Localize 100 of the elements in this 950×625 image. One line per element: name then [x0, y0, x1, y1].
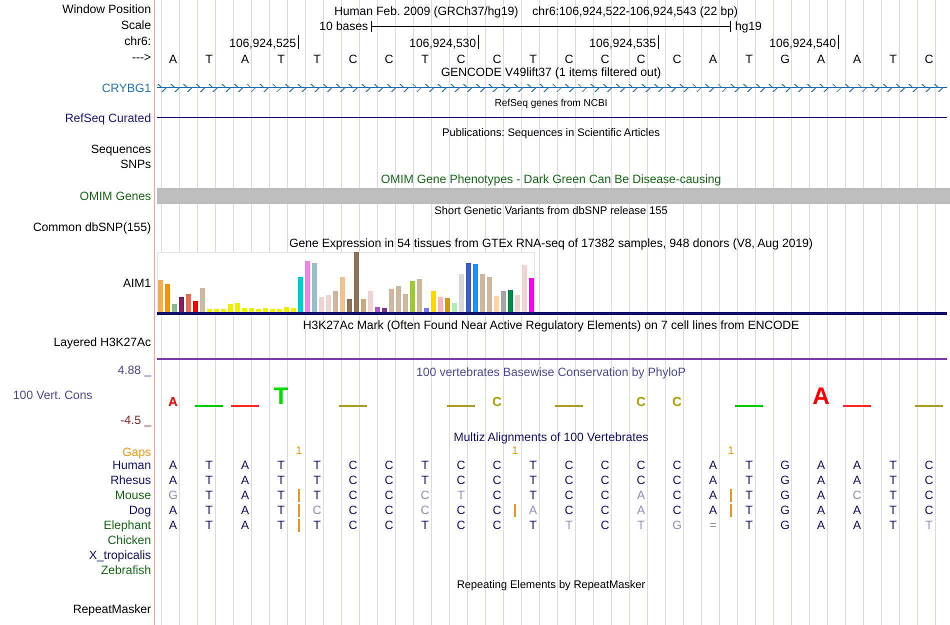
aligned-base: T: [924, 518, 934, 533]
aligned-base: T: [276, 488, 286, 503]
aligned-base: C: [384, 503, 394, 518]
aligned-base: T: [528, 518, 538, 533]
track-label[interactable]: Layered H3K27Ac: [54, 335, 151, 350]
dna-base: A: [852, 51, 862, 68]
aligned-base: A: [708, 473, 718, 488]
aligned-base: C: [672, 488, 682, 503]
aligned-base: G: [779, 488, 791, 503]
aligned-base: C: [564, 503, 574, 518]
row-label: --->: [132, 49, 151, 65]
track-label[interactable]: RefSeq Curated: [64, 110, 151, 126]
logo-letter: C: [672, 397, 682, 407]
track-title: 100 vertebrates Basewise Conservation by PhyloP: [415, 364, 687, 381]
aligned-base: T: [744, 473, 754, 488]
aligned-base: C: [384, 488, 394, 503]
aligned-base: T: [888, 458, 898, 473]
aligned-base: C: [672, 458, 682, 473]
track-label[interactable]: Common dbSNP(155): [32, 220, 151, 235]
aligned-base: T: [276, 458, 286, 473]
aligned-base: C: [492, 503, 502, 518]
aligned-base: A: [852, 518, 862, 533]
axis-min-label: -4.5 _: [120, 412, 152, 428]
assembly-name: Human Feb. 2009 (GRCh37/hg19): [334, 3, 518, 20]
aligned-base: T: [276, 518, 286, 533]
track-title: Multiz Alignments of 100 Vertebrates: [452, 430, 650, 445]
logo-letter: C: [636, 397, 646, 407]
dna-base: C: [600, 51, 610, 67]
aligned-base: =: [708, 518, 718, 533]
aligned-base: C: [564, 473, 574, 488]
aligned-base: C: [492, 473, 502, 488]
track-label[interactable]: 100 Vert. Cons: [0, 378, 92, 403]
aligned-base: G: [671, 518, 683, 533]
species-label[interactable]: X_tropicalis: [88, 548, 151, 563]
track-title: RefSeq genes from NCBI: [494, 97, 608, 111]
dna-base: T: [888, 51, 898, 68]
aligned-base: T: [528, 473, 538, 488]
aligned-base: C: [600, 503, 610, 518]
track-label[interactable]: SNPs: [120, 157, 151, 172]
aligned-base: C: [348, 518, 358, 533]
species-label[interactable]: Mouse: [114, 488, 151, 503]
aligned-base: A: [636, 488, 646, 503]
dna-base: C: [348, 51, 358, 68]
gap-count: 1: [728, 445, 734, 457]
track-label[interactable]: AIM1: [122, 276, 151, 291]
aligned-base: A: [636, 503, 646, 518]
track-title: H3K27Ac Mark (Often Found Near Active Regulatory Elements) on 7 cell lines from ENCODE: [302, 317, 800, 333]
ruler-tick-label: 106,924,535: [589, 35, 656, 52]
aligned-base: C: [924, 488, 934, 503]
scale-assembly: hg19: [734, 18, 763, 35]
aligned-base: T: [528, 488, 538, 503]
dna-base: A: [240, 51, 250, 68]
aligned-base: G: [779, 473, 791, 488]
aligned-base: A: [240, 458, 250, 473]
aligned-base: T: [528, 458, 538, 473]
aligned-base: A: [852, 458, 862, 473]
ruler-tick-label: 106,924,525: [229, 35, 296, 52]
aligned-base: T: [204, 488, 214, 503]
track-label[interactable]: CRYBG1: [102, 80, 151, 96]
aligned-base: T: [888, 503, 898, 518]
track-label[interactable]: Sequences: [90, 142, 151, 157]
aligned-base: C: [348, 503, 358, 518]
aligned-base: T: [744, 458, 754, 473]
ruler-tick: [478, 35, 479, 49]
aligned-base: A: [168, 473, 178, 488]
aligned-base: T: [204, 503, 214, 518]
species-label[interactable]: Elephant: [104, 518, 151, 533]
genome-position: chr6:106,924,522-106,924,543 (22 bp): [532, 3, 738, 20]
species-label[interactable]: Zebrafish: [100, 563, 151, 578]
track-title: OMIM Gene Phenotypes - Dark Green Can Be Disease-causing: [380, 172, 722, 187]
aligned-base: T: [744, 503, 754, 518]
track-label[interactable]: OMIM Genes: [80, 188, 151, 204]
aligned-base: C: [492, 518, 502, 533]
aligned-base: T: [312, 518, 322, 533]
ruler-tick: [658, 35, 659, 49]
aligned-base: T: [204, 473, 214, 488]
ruler-tick: [838, 35, 839, 49]
track-title: Short Genetic Variants from dbSNP release 155: [433, 204, 669, 219]
axis-max-label: 4.88 _: [118, 363, 152, 378]
aligned-base: C: [600, 518, 610, 533]
dna-base: A: [168, 51, 178, 68]
aligned-base: C: [924, 458, 934, 473]
aligned-base: C: [456, 458, 466, 473]
aligned-base: T: [888, 473, 898, 488]
aligned-base: A: [528, 503, 538, 518]
aligned-base: C: [564, 458, 574, 473]
aligned-base: C: [636, 473, 646, 488]
species-label[interactable]: Rhesus: [110, 473, 151, 488]
aligned-base: A: [240, 518, 250, 533]
species-label[interactable]: Human: [112, 458, 151, 473]
dna-base: C: [924, 51, 934, 68]
species-label[interactable]: Dog: [128, 503, 151, 518]
aligned-base: C: [456, 503, 466, 518]
species-label[interactable]: Chicken: [108, 533, 151, 548]
aligned-base: T: [744, 488, 754, 503]
dna-base: G: [779, 51, 791, 68]
ruler-tick: [298, 35, 299, 49]
aligned-base: C: [924, 503, 934, 518]
track-label[interactable]: RepeatMasker: [72, 594, 151, 617]
aligned-base: C: [384, 458, 394, 473]
